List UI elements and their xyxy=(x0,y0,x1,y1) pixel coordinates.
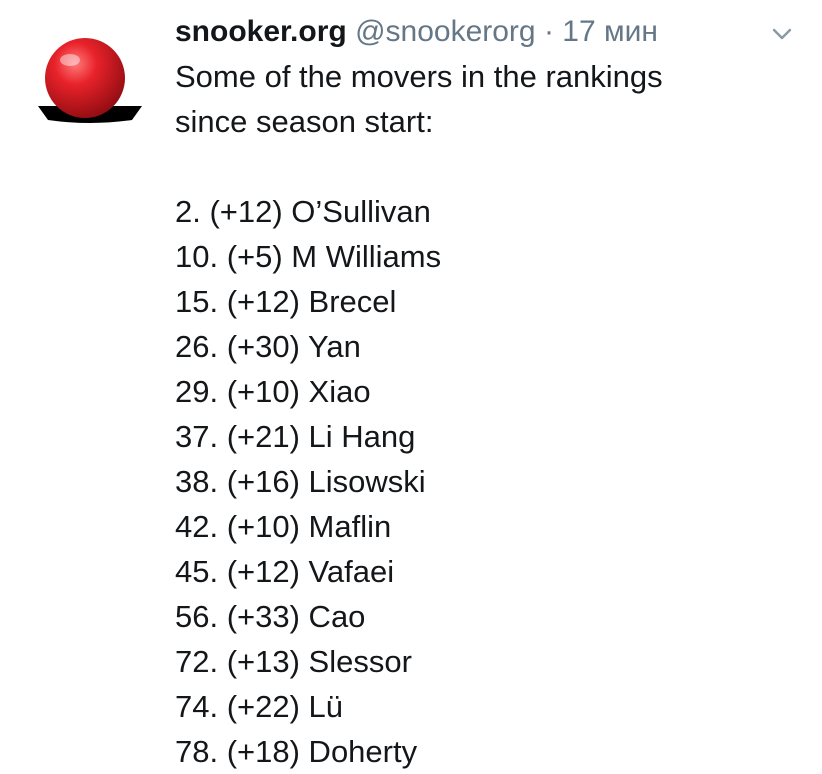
list-item: 72. (+13) Slessor xyxy=(175,644,412,679)
tweet-text: Some of the movers in the rankings since… xyxy=(175,54,795,774)
list-item: 37. (+21) Li Hang xyxy=(175,419,416,454)
list-item: 38. (+16) Lisowski xyxy=(175,464,426,499)
chevron-down-icon[interactable] xyxy=(770,22,794,46)
list-item: 29. (+10) Xiao xyxy=(175,374,371,409)
intro-line: Some of the movers in the rankings xyxy=(175,59,663,94)
ranking-list: 2. (+12) O’Sullivan 10. (+5) M Williams … xyxy=(175,189,795,774)
list-item: 2. (+12) O’Sullivan xyxy=(175,194,431,229)
tweet-header: snooker.org @snookerorg · 17 мин xyxy=(175,10,732,54)
list-item: 10. (+5) M Williams xyxy=(175,239,442,274)
display-name[interactable]: snooker.org xyxy=(175,15,347,48)
list-item: 74. (+22) Lü xyxy=(175,689,344,724)
user-handle[interactable]: @snookerorg xyxy=(355,15,536,48)
list-item: 42. (+10) Maflin xyxy=(175,509,392,544)
snooker-ball-icon xyxy=(38,38,142,123)
header-separator: · xyxy=(543,15,554,48)
intro-line: since season start: xyxy=(175,104,434,139)
list-item: 45. (+12) Vafaei xyxy=(175,554,395,589)
list-item: 78. (+18) Doherty xyxy=(175,734,418,769)
avatar[interactable] xyxy=(30,34,150,128)
list-item: 15. (+12) Brecel xyxy=(175,284,397,319)
list-item: 56. (+33) Cao xyxy=(175,599,366,634)
list-item: 26. (+30) Yan xyxy=(175,329,361,364)
timestamp[interactable]: 17 мин xyxy=(562,15,658,48)
